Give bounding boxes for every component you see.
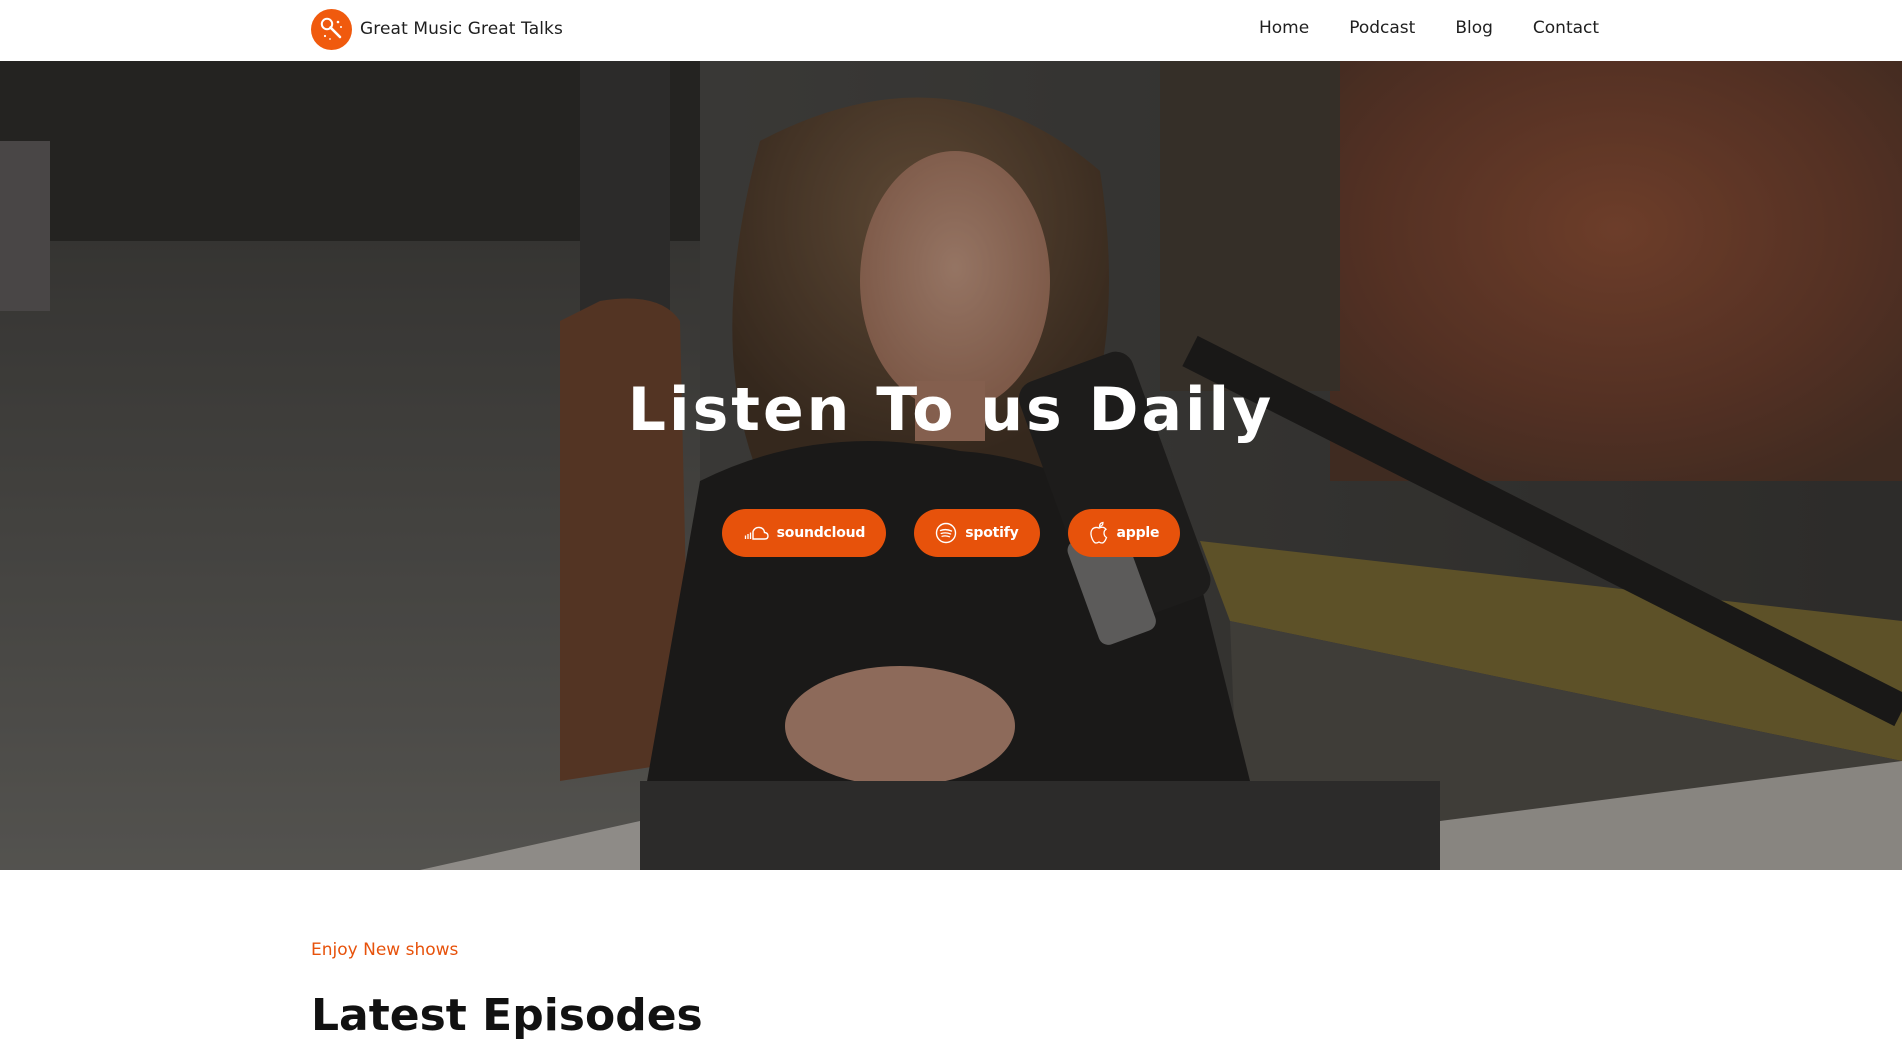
nav-contact[interactable]: Contact — [1533, 18, 1599, 38]
soundcloud-icon — [743, 525, 769, 541]
site-header: Great Music Great Talks Home Podcast Blo… — [0, 0, 1902, 61]
apple-label: apple — [1116, 525, 1160, 541]
hero-overlay — [0, 61, 1902, 870]
hero-title: Listen To us Daily — [627, 375, 1275, 445]
soundcloud-label: soundcloud — [776, 525, 866, 541]
microphone-icon — [311, 8, 352, 50]
brand-name: Great Music Great Talks — [360, 19, 563, 39]
nav-blog[interactable]: Blog — [1455, 18, 1493, 38]
nav-home[interactable]: Home — [1259, 18, 1309, 38]
spotify-button[interactable]: spotify — [914, 509, 1040, 557]
hero-section: Listen To us Daily soundcloud spotify ap… — [0, 61, 1902, 870]
spotify-icon — [935, 522, 957, 544]
soundcloud-button[interactable]: soundcloud — [721, 509, 887, 557]
apple-button[interactable]: apple — [1067, 509, 1181, 557]
latest-episodes-section: Enjoy New shows Latest Episodes — [0, 870, 1902, 1041]
main-nav: Home Podcast Blog Contact — [1259, 18, 1599, 38]
section-title: Latest Episodes — [311, 990, 703, 1041]
platform-buttons: soundcloud spotify apple — [0, 509, 1902, 557]
section-eyebrow: Enjoy New shows — [311, 940, 459, 960]
spotify-label: spotify — [965, 525, 1019, 541]
nav-podcast[interactable]: Podcast — [1349, 18, 1415, 38]
brand-link[interactable]: Great Music Great Talks — [311, 8, 563, 50]
apple-icon — [1089, 521, 1109, 545]
